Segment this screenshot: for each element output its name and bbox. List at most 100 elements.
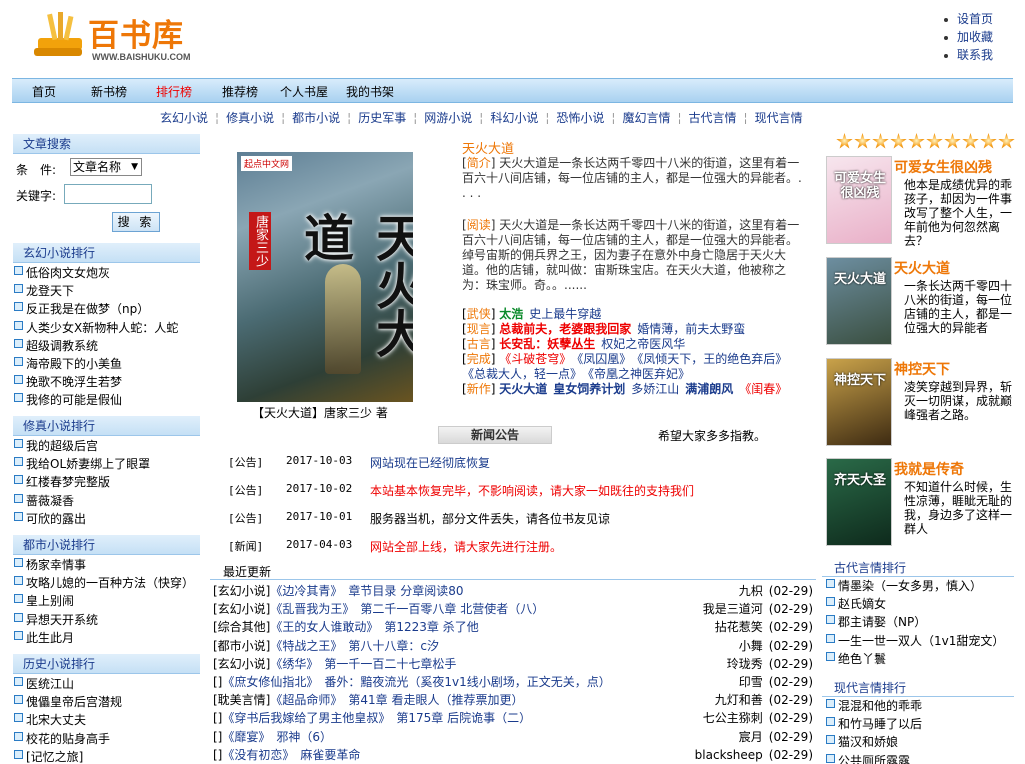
- ranking-item[interactable]: 我给OL娇妻绑上了眼罩: [14, 455, 150, 473]
- update-chapter-link[interactable]: 第二千一百零八章 北营使者（八）: [360, 602, 544, 616]
- book-link[interactable]: 《帝凰之神医弃妃》: [588, 367, 690, 381]
- category-link[interactable]: 现代言情: [755, 111, 803, 125]
- keyword-input[interactable]: [64, 184, 152, 204]
- update-book-link[interactable]: 《边冷其青》: [270, 584, 342, 598]
- set-homepage-link[interactable]: 设首页: [944, 10, 993, 28]
- update-author[interactable]: 九枳: [739, 584, 763, 598]
- category-link[interactable]: 都市小说: [292, 111, 340, 125]
- book-link[interactable]: 太浩: [499, 307, 523, 321]
- news-link[interactable]: 服务器当机，部分文件丢失，请各位书友见谅: [370, 510, 610, 527]
- nav-new-books[interactable]: 新书榜: [91, 83, 127, 100]
- update-book-link[interactable]: 《王的女人谁敢动》: [270, 620, 378, 634]
- update-chapter-link[interactable]: 第八十八章：c汐: [348, 639, 439, 653]
- book-link[interactable]: 《凤倾天下，王的绝色弃后》: [637, 352, 787, 366]
- feature-title[interactable]: 可爱女生很凶残: [894, 157, 992, 177]
- ranking-item[interactable]: 医统江山: [14, 675, 74, 693]
- update-author[interactable]: 七公主猕刺: [703, 711, 763, 725]
- nav-recommend[interactable]: 推荐榜: [222, 83, 258, 100]
- ranking-item[interactable]: 红楼春梦完整版: [14, 473, 110, 491]
- update-chapter-link[interactable]: 麻雀要革命: [300, 748, 360, 762]
- ranking-item[interactable]: 我的超级后宫: [14, 437, 98, 455]
- update-chapter-link[interactable]: 第一千一百二十七章松手: [324, 657, 456, 671]
- feature-thumbnail[interactable]: 天火大道: [826, 257, 892, 345]
- ranking-item[interactable]: 我修的可能是假仙: [14, 391, 122, 409]
- ranking-item[interactable]: 攻略儿媳的一百种方法（快穿）: [14, 574, 194, 592]
- ranking-item[interactable]: [记忆之旅]: [14, 748, 83, 764]
- ranking-item[interactable]: 杨家幸情事: [14, 556, 86, 574]
- category-link[interactable]: 网游小说: [424, 111, 472, 125]
- ranking-item[interactable]: 绝色丫鬟: [826, 650, 886, 668]
- contact-link[interactable]: 联系我: [944, 46, 993, 64]
- category-link[interactable]: 科幻小说: [490, 111, 538, 125]
- feature-thumbnail[interactable]: 可爱女生很凶残: [826, 156, 892, 244]
- ranking-item[interactable]: 龙登天下: [14, 282, 74, 300]
- ranking-item[interactable]: 可欣的露出: [14, 510, 86, 528]
- nav-home[interactable]: 首页: [32, 83, 56, 100]
- update-chapter-link[interactable]: 番外：黯夜流光（奚夜1v1线小剧场，正文无关，点）: [324, 675, 610, 689]
- update-author[interactable]: 拈花惹笑: [715, 620, 763, 634]
- news-link[interactable]: 本站基本恢复完毕，不影响阅读，请大家一如既往的支持我们: [370, 482, 694, 499]
- news-link[interactable]: 网站全部上线，请大家先进行注册。: [370, 538, 562, 555]
- book-link[interactable]: 多娇江山: [631, 382, 679, 396]
- update-book-link[interactable]: 《超品命师》: [270, 693, 342, 707]
- category-link[interactable]: 历史军事: [358, 111, 406, 125]
- feature-title[interactable]: 神控天下: [894, 359, 950, 379]
- search-button[interactable]: 搜 索: [112, 212, 160, 232]
- category-link[interactable]: 修真小说: [226, 111, 274, 125]
- book-link[interactable]: 总裁前夫，老婆跟我回家: [499, 322, 631, 336]
- update-author[interactable]: 小舞: [739, 639, 763, 653]
- news-link[interactable]: 网站现在已经彻底恢复: [370, 454, 490, 471]
- ranking-item[interactable]: 人类少女X新物种人蛇：人蛇: [14, 319, 178, 337]
- featured-title[interactable]: 天火大道: [462, 138, 514, 157]
- ranking-item[interactable]: 校花的贴身高手: [14, 730, 110, 748]
- category-link[interactable]: 玄幻小说: [160, 111, 208, 125]
- condition-select[interactable]: 文章名称 ▼: [70, 158, 142, 176]
- update-book-link[interactable]: 《靡宴》: [222, 730, 270, 744]
- ranking-item[interactable]: 异想天开系统: [14, 611, 98, 629]
- ranking-item[interactable]: 挽歌不晚浮生若梦: [14, 373, 122, 391]
- book-link[interactable]: 满浦朗风: [685, 382, 733, 396]
- update-author[interactable]: 九灯和善: [715, 693, 763, 707]
- ranking-item[interactable]: 傀儡皇帝后宫潜规: [14, 693, 122, 711]
- book-link[interactable]: 《凤囚凰》: [577, 352, 631, 366]
- update-chapter-link[interactable]: 第1223章 杀了他: [384, 620, 478, 634]
- book-link[interactable]: 史上最牛穿越: [529, 307, 601, 321]
- ranking-item[interactable]: 海帝殿下的小美鱼: [14, 355, 122, 373]
- nav-ranking[interactable]: 排行榜: [156, 83, 192, 100]
- feature-thumbnail[interactable]: 神控天下: [826, 358, 892, 446]
- ranking-item[interactable]: 皇上别闹: [14, 592, 74, 610]
- update-chapter-link[interactable]: 邪神（6）: [276, 730, 332, 744]
- ranking-item[interactable]: 反正我是在做梦（np）: [14, 300, 149, 318]
- update-author[interactable]: 我是三道河: [703, 602, 763, 616]
- ranking-item[interactable]: 郡主请娶（NP）: [826, 613, 926, 631]
- update-book-link[interactable]: 《穿书后我嫁给了男主他皇叔》: [222, 711, 390, 725]
- book-link[interactable]: 长安乱：妖孽丛生: [499, 337, 595, 351]
- book-link[interactable]: 天火大道: [499, 382, 547, 396]
- update-book-link[interactable]: 《乱晋我为王》: [270, 602, 354, 616]
- ranking-item[interactable]: 赵氏嫡女: [826, 595, 886, 613]
- update-book-link[interactable]: 《绣华》: [270, 657, 318, 671]
- nav-my-bookshelf[interactable]: 我的书架: [346, 83, 394, 100]
- site-logo[interactable]: 百书库 WWW.BAISHUKU.COM: [30, 8, 205, 68]
- ranking-item[interactable]: 情墨染（一女多男，慎入）: [826, 577, 982, 595]
- update-chapter-link[interactable]: 第175章 后院诡事（二）: [396, 711, 531, 725]
- update-author[interactable]: blacksheep: [695, 748, 763, 762]
- ranking-item[interactable]: 猫汉和娇娘: [826, 733, 898, 751]
- update-author[interactable]: 宸月: [739, 730, 763, 744]
- ranking-item[interactable]: 公共厕所露露: [826, 752, 910, 764]
- add-favorite-link[interactable]: 加收藏: [944, 28, 993, 46]
- book-link[interactable]: 《斗破苍穹》: [499, 352, 571, 366]
- book-link[interactable]: 《总裁大人，轻一点》: [462, 367, 582, 381]
- update-book-link[interactable]: 《特战之王》: [270, 639, 342, 653]
- ranking-item[interactable]: 超级调教系统: [14, 337, 98, 355]
- ranking-item[interactable]: 蔷薇凝香: [14, 492, 74, 510]
- feature-thumbnail[interactable]: 齐天大圣: [826, 458, 892, 546]
- update-author[interactable]: 印雪: [739, 675, 763, 689]
- feature-title[interactable]: 我就是传奇: [894, 459, 964, 479]
- ranking-item[interactable]: 低俗肉文女炮灰: [14, 264, 110, 282]
- book-link[interactable]: 婚情薄，前夫太野蛮: [637, 322, 745, 336]
- nav-personal-library[interactable]: 个人书屋: [280, 83, 328, 100]
- ranking-item[interactable]: 北宋大丈夫: [14, 711, 86, 729]
- book-link[interactable]: 皇女饲养计划: [553, 382, 625, 396]
- cover-caption[interactable]: 【天火大道】唐家三少 著: [252, 404, 388, 421]
